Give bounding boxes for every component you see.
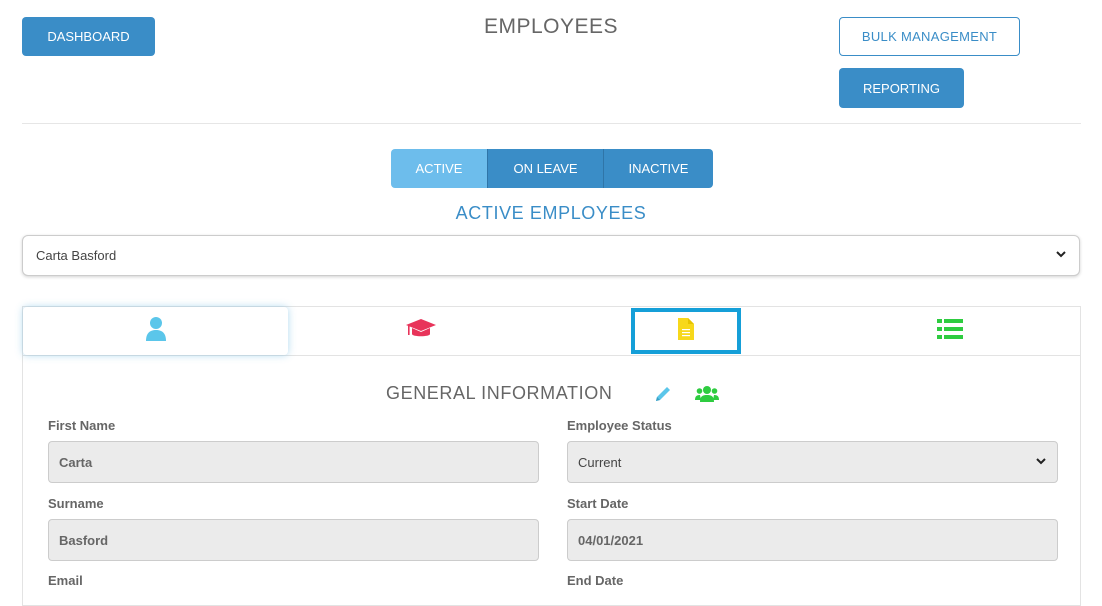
employee-status-select[interactable]: Current (567, 441, 1058, 483)
tab-documents[interactable] (631, 308, 741, 354)
start-date-label: Start Date (567, 496, 629, 511)
tab-inactive[interactable]: INACTIVE (604, 149, 713, 188)
user-icon (145, 316, 167, 347)
surname-value: Basford (59, 532, 109, 548)
bulk-management-button[interactable]: BULK MANAGEMENT (839, 17, 1020, 56)
end-date-label: End Date (567, 573, 624, 588)
employee-detail-panel: GENERAL INFORMATION First Name Carta Emp… (22, 306, 1081, 606)
first-name-value: Carta (59, 454, 93, 470)
employee-status-label: Employee Status (567, 418, 672, 433)
users-icon[interactable] (695, 385, 719, 408)
detail-tabbar (23, 307, 1080, 356)
employee-select[interactable]: Carta Basford (22, 235, 1080, 276)
employee-select-value: Carta Basford (36, 248, 117, 263)
general-information-title: GENERAL INFORMATION (386, 383, 613, 403)
header-divider (22, 123, 1081, 124)
graduation-cap-icon (405, 318, 437, 345)
surname-label: Surname (48, 496, 104, 511)
reporting-button[interactable]: REPORTING (839, 68, 964, 108)
pencil-icon[interactable] (653, 384, 673, 409)
surname-field[interactable]: Basford (48, 519, 539, 561)
status-tabs: ACTIVE ON LEAVE INACTIVE (391, 149, 713, 188)
chevron-down-icon (1035, 455, 1047, 470)
start-date-field[interactable]: 04/01/2021 (567, 519, 1058, 561)
start-date-value: 04/01/2021 (578, 532, 644, 548)
tab-education[interactable] (288, 307, 553, 355)
first-name-field[interactable]: Carta (48, 441, 539, 483)
first-name-label: First Name (48, 418, 116, 433)
email-label: Email (48, 573, 83, 588)
tab-active[interactable]: ACTIVE (391, 149, 488, 188)
tab-profile[interactable] (23, 307, 288, 355)
tab-list[interactable] (817, 307, 1082, 355)
tab-on-leave[interactable]: ON LEAVE (488, 149, 604, 188)
general-information-header: GENERAL INFORMATION (23, 383, 1080, 407)
document-icon (677, 317, 695, 346)
employee-status-value: Current (578, 454, 622, 470)
chevron-down-icon (1055, 248, 1067, 263)
section-title: ACTIVE EMPLOYEES (455, 203, 647, 223)
list-icon (936, 318, 963, 345)
